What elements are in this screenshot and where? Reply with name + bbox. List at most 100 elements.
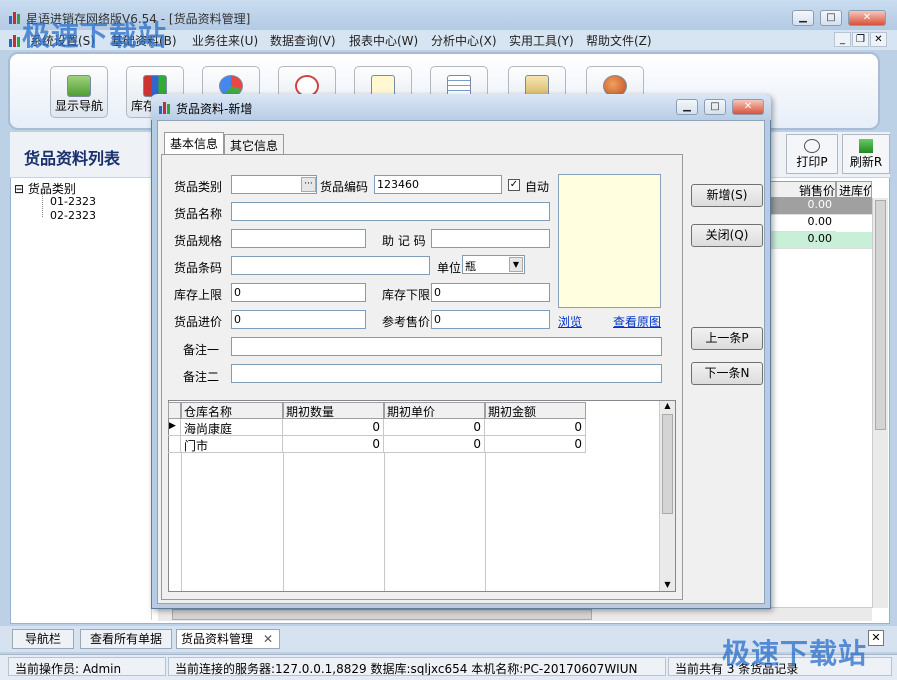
row-pointer-icon: ▶ — [168, 419, 181, 436]
new-button[interactable]: 新增(S) — [691, 184, 763, 207]
chevron-down-icon[interactable]: ▼ — [509, 257, 523, 272]
tree-expand-icon[interactable]: ⊟ — [14, 182, 24, 196]
name-field[interactable] — [231, 202, 550, 221]
grid-col-qty[interactable]: 期初数量 — [283, 402, 384, 419]
browse-link[interactable]: 浏览 — [558, 313, 582, 330]
stock-upper-field[interactable]: 0 — [231, 283, 366, 302]
menu-report[interactable]: 报表中心(W) — [349, 32, 418, 49]
row-header — [168, 436, 181, 453]
col-sale-price[interactable]: 销售价 — [770, 181, 836, 198]
mdi-close-icon[interactable]: ✕ — [870, 32, 887, 47]
grid-scrollbar[interactable]: ▲ ▼ — [659, 401, 675, 591]
table-cell[interactable]: 0 — [384, 419, 485, 436]
tree-item[interactable]: 01-2323 — [50, 195, 96, 208]
scrollbar-thumb[interactable] — [875, 200, 886, 430]
grid-col-amount[interactable]: 期初金额 — [485, 402, 586, 419]
minimize-icon[interactable]: ▁ — [792, 10, 814, 26]
scroll-down-icon[interactable]: ▼ — [660, 580, 675, 589]
tab-all-documents[interactable]: 查看所有单据 — [80, 629, 172, 649]
ref-price-label: 参考售价 — [382, 315, 431, 329]
mdi-restore-icon[interactable]: ❐ — [852, 32, 869, 47]
tab-goods-manager[interactable]: 货品资料管理 ✕ — [176, 629, 280, 649]
grid-line — [181, 453, 182, 591]
note1-field[interactable] — [231, 337, 662, 356]
mdi-logo-icon — [8, 33, 22, 47]
dialog-title: 货品资料-新增 — [176, 102, 253, 116]
table-cell[interactable] — [836, 198, 872, 215]
close-button[interactable]: 关闭(Q) — [691, 224, 763, 247]
close-icon[interactable]: ✕ — [848, 10, 886, 26]
scroll-up-icon[interactable]: ▲ — [660, 401, 675, 410]
prev-button[interactable]: 上一条P — [691, 327, 763, 350]
barcode-field[interactable] — [231, 256, 430, 275]
maximize-icon[interactable]: □ — [820, 10, 842, 26]
menu-business[interactable]: 业务往来(U) — [192, 32, 258, 49]
category-tree — [12, 180, 152, 620]
purchase-price-field[interactable]: 0 — [231, 310, 366, 329]
dialog-close-icon[interactable]: ✕ — [732, 99, 764, 115]
grid-col-price[interactable]: 期初单价 — [384, 402, 485, 419]
watermark-bottom: 极速下载站 — [722, 637, 868, 670]
auto-checkbox[interactable]: ✓ — [508, 179, 520, 191]
stock-lower-field[interactable]: 0 — [431, 283, 550, 302]
table-cell[interactable]: 0 — [283, 419, 384, 436]
table-cell[interactable]: 0.00 — [770, 198, 836, 215]
note2-field[interactable] — [231, 364, 662, 383]
unit-select[interactable]: 瓶 ▼ — [462, 255, 525, 274]
col-in-price[interactable]: 进库价 — [836, 181, 872, 198]
toolbar-button-nav[interactable]: 显示导航 — [50, 66, 108, 118]
refresh-icon — [859, 139, 873, 153]
code-field[interactable]: 123460 — [374, 175, 502, 194]
grid-line — [485, 453, 486, 591]
tab-goods-manager-label: 货品资料管理 — [181, 632, 254, 646]
memo-code-field[interactable] — [431, 229, 550, 248]
category-picker-button[interactable]: ··· — [301, 177, 316, 192]
tree-item[interactable]: 02-2323 — [50, 209, 96, 222]
status-connection: 当前连接的服务器:127.0.0.1,8829 数据库:sqljxc654 本机… — [168, 657, 666, 676]
menu-help[interactable]: 帮助文件(Z) — [586, 32, 652, 49]
table-cell[interactable]: 0 — [283, 436, 384, 453]
menu-analysis[interactable]: 分析中心(X) — [431, 32, 497, 49]
table-cell[interactable]: 门市 — [181, 436, 283, 453]
tab-other-info[interactable]: 其它信息 — [224, 134, 285, 154]
table-cell[interactable]: 0 — [485, 436, 586, 453]
mdi-minimize-icon[interactable]: _ — [834, 32, 851, 47]
table-cell[interactable]: 海尚康庭 — [181, 419, 283, 436]
menu-tools[interactable]: 实用工具(Y) — [509, 32, 574, 49]
view-original-link[interactable]: 查看原图 — [613, 313, 661, 330]
name-label: 货品名称 — [174, 207, 223, 221]
dialog-minimize-icon[interactable]: ▁ — [676, 99, 698, 115]
tab-navigator[interactable]: 导航栏 — [12, 629, 74, 649]
toolbar-label: 显示导航 — [54, 99, 103, 113]
stock-lower-label: 库存下限 — [382, 288, 431, 302]
next-button[interactable]: 下一条N — [691, 362, 763, 385]
app-logo-icon — [8, 10, 22, 24]
scrollbar-thumb[interactable] — [662, 414, 673, 514]
table-cell[interactable]: 0 — [485, 419, 586, 436]
table-cell[interactable]: 0 — [384, 436, 485, 453]
print-label: 打印P — [796, 155, 828, 169]
tree-line — [42, 190, 43, 217]
table-cell[interactable] — [836, 232, 872, 249]
page-title: 货品资料列表 — [24, 149, 121, 168]
menu-query[interactable]: 数据查询(V) — [270, 32, 336, 49]
tab-close-icon[interactable]: ✕ — [263, 630, 273, 648]
refresh-label: 刷新R — [849, 155, 883, 169]
list-hscrollbar[interactable] — [158, 607, 872, 621]
ref-price-field[interactable]: 0 — [431, 310, 550, 329]
close-all-tabs-icon[interactable]: ✕ — [868, 630, 884, 646]
list-scrollbar[interactable] — [872, 198, 888, 608]
dialog-maximize-icon[interactable]: □ — [704, 99, 726, 115]
print-button[interactable]: 打印P — [786, 134, 838, 174]
tab-basic-info[interactable]: 基本信息 — [164, 132, 225, 155]
spec-label: 货品规格 — [174, 234, 223, 248]
table-cell[interactable]: 0.00 — [770, 232, 836, 249]
status-operator: 当前操作员: Admin — [8, 657, 166, 676]
hscrollbar-thumb[interactable] — [172, 609, 592, 620]
auto-label: 自动 — [525, 180, 550, 194]
refresh-button[interactable]: 刷新R — [842, 134, 890, 174]
grid-col-warehouse[interactable]: 仓库名称 — [181, 402, 283, 419]
spec-field[interactable] — [231, 229, 366, 248]
table-cell[interactable]: 0.00 — [770, 215, 836, 232]
photo-box[interactable] — [558, 174, 661, 308]
